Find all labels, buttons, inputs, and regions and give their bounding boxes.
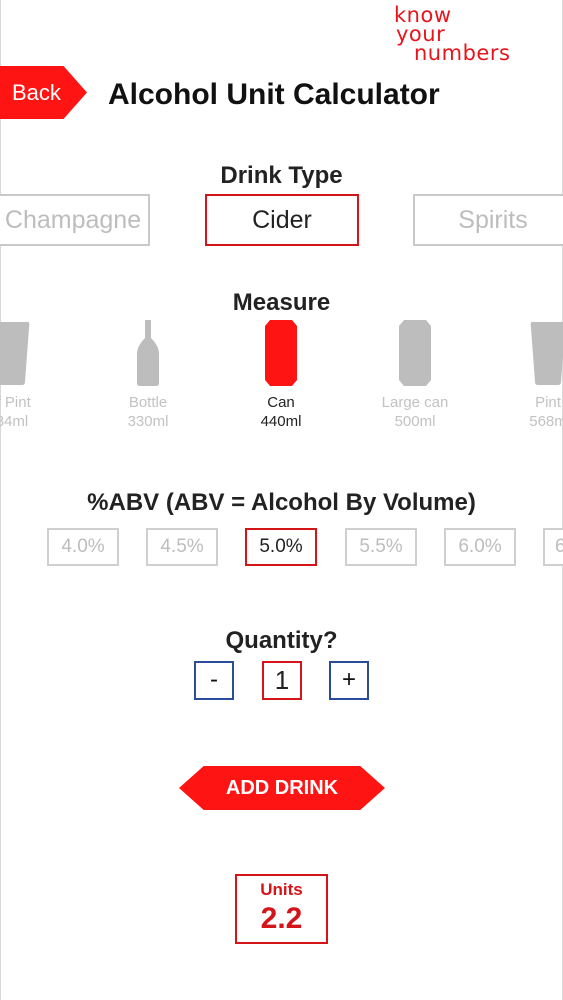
measure-title: Measure: [232, 289, 331, 316]
measure-can-volume: 440ml: [260, 413, 302, 430]
abv-option-4-5[interactable]: 4.5%: [146, 528, 218, 566]
measure-half-pint-volume: 84ml: [0, 413, 29, 430]
abv-option-6-5[interactable]: 6: [543, 528, 563, 566]
drink-type-champagne[interactable]: Champagne: [0, 194, 150, 246]
measure-pint-name: Pint: [535, 394, 561, 411]
quantity-plus-button[interactable]: +: [329, 661, 369, 700]
bottle-icon: [137, 320, 159, 386]
measure-large-can-volume: 500ml: [394, 413, 436, 430]
abv-option-5-0[interactable]: 5.0%: [245, 528, 317, 566]
quantity-minus-button[interactable]: -: [194, 661, 234, 700]
drink-type-cider[interactable]: Cider: [205, 194, 359, 246]
drink-type-spirits[interactable]: Spirits: [413, 194, 563, 246]
measure-half-pint[interactable]: lf Pint 84ml: [0, 320, 67, 430]
measure-half-pint-name: lf Pint: [0, 394, 31, 411]
measure-can-name: Can: [267, 394, 295, 411]
pint-glass-icon: [530, 322, 563, 385]
back-button[interactable]: Back: [0, 66, 87, 119]
units-label: Units: [260, 880, 303, 899]
drink-type-title: Drink Type: [220, 162, 343, 189]
page-title: Alcohol Unit Calculator: [108, 78, 440, 111]
quantity-title: Quantity?: [225, 627, 338, 654]
add-drink-button[interactable]: ADD DRINK: [179, 766, 385, 810]
measure-pint[interactable]: Pint 568m: [493, 320, 563, 430]
abv-option-4-0[interactable]: 4.0%: [47, 528, 119, 566]
can-icon: [265, 320, 297, 386]
logo-line-numbers: numbers: [414, 41, 511, 65]
abv-title: %ABV (ABV = Alcohol By Volume): [87, 489, 476, 516]
units-total-box: Units 2.2: [235, 874, 328, 944]
know-your-numbers-logo: know your numbers: [394, 5, 554, 65]
abv-option-6-0[interactable]: 6.0%: [444, 528, 516, 566]
abv-option-5-5[interactable]: 5.5%: [345, 528, 417, 566]
measure-bottle[interactable]: Bottle 330ml: [93, 320, 203, 430]
quantity-value: 1: [262, 661, 302, 700]
pint-glass-icon: [0, 322, 30, 385]
large-can-icon: [399, 320, 431, 386]
units-value: 2.2: [260, 902, 303, 935]
measure-can[interactable]: Can 440ml: [226, 320, 336, 430]
measure-large-can-name: Large can: [381, 394, 449, 411]
measure-bottle-name: Bottle: [128, 394, 168, 411]
measure-pint-volume: 568m: [529, 413, 563, 430]
measure-large-can[interactable]: Large can 500ml: [360, 320, 470, 430]
measure-bottle-volume: 330ml: [127, 413, 169, 430]
